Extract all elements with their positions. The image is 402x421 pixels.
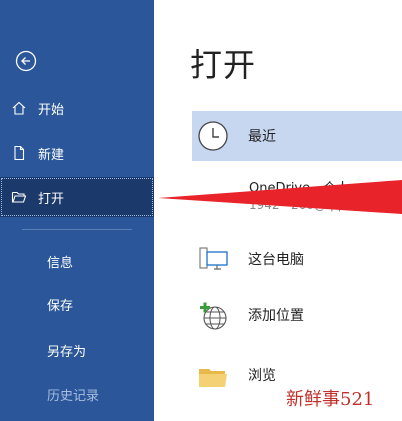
nav-item-save[interactable]: 保存 [0, 284, 154, 324]
new-document-icon [8, 142, 30, 164]
location-label: 添加位置 [248, 308, 304, 324]
page-title: 打开 [190, 46, 257, 84]
backstage-sidebar: 开始 新建 打开 信息 保存 另存为 历史记录 [0, 0, 154, 421]
nav-item-label: 开始 [38, 102, 65, 118]
home-icon [8, 97, 30, 119]
nav-item-label: 打开 [38, 191, 65, 207]
account-name: OneDrive - 个人 [249, 181, 350, 196]
location-recent[interactable]: 最近 [192, 111, 402, 161]
add-location-globe-icon [196, 298, 230, 332]
nav-item-home[interactable]: 开始 [0, 88, 154, 128]
open-pane: 打开 最近 OneDrive - 个人 1942···260@qq.com 这台… [154, 0, 402, 421]
location-label: 浏览 [248, 368, 276, 384]
computer-icon [196, 242, 230, 276]
open-folder-icon [8, 186, 30, 208]
nav-item-label: 信息 [47, 255, 74, 271]
account-email: 1942···260@qq.com [249, 198, 371, 212]
folder-icon [196, 358, 230, 392]
nav-item-label: 另存为 [47, 344, 87, 360]
nav-item-label: 保存 [47, 298, 74, 314]
back-arrow-icon [15, 50, 37, 72]
location-this-pc[interactable]: 这台电脑 [192, 234, 402, 284]
nav-item-label: 新建 [38, 147, 65, 163]
onedrive-account[interactable]: OneDrive - 个人 1942···260@qq.com [249, 180, 399, 214]
location-add-place[interactable]: 添加位置 [192, 290, 402, 340]
location-label: 这台电脑 [248, 252, 304, 268]
nav-item-save-as[interactable]: 另存为 [0, 330, 154, 370]
clock-icon [196, 119, 230, 153]
nav-item-open[interactable]: 打开 [0, 177, 154, 217]
sidebar-divider [22, 229, 132, 230]
watermark: 新鲜事521 [280, 383, 381, 413]
backstage-view: 开始 新建 打开 信息 保存 另存为 历史记录 打开 最近 OneDrive -… [0, 0, 402, 421]
nav-item-info[interactable]: 信息 [0, 241, 154, 281]
nav-item-new[interactable]: 新建 [0, 133, 154, 173]
back-button[interactable] [12, 47, 40, 75]
nav-item-label: 历史记录 [47, 388, 100, 404]
location-label: 最近 [248, 129, 276, 145]
nav-item-history[interactable]: 历史记录 [0, 374, 154, 414]
